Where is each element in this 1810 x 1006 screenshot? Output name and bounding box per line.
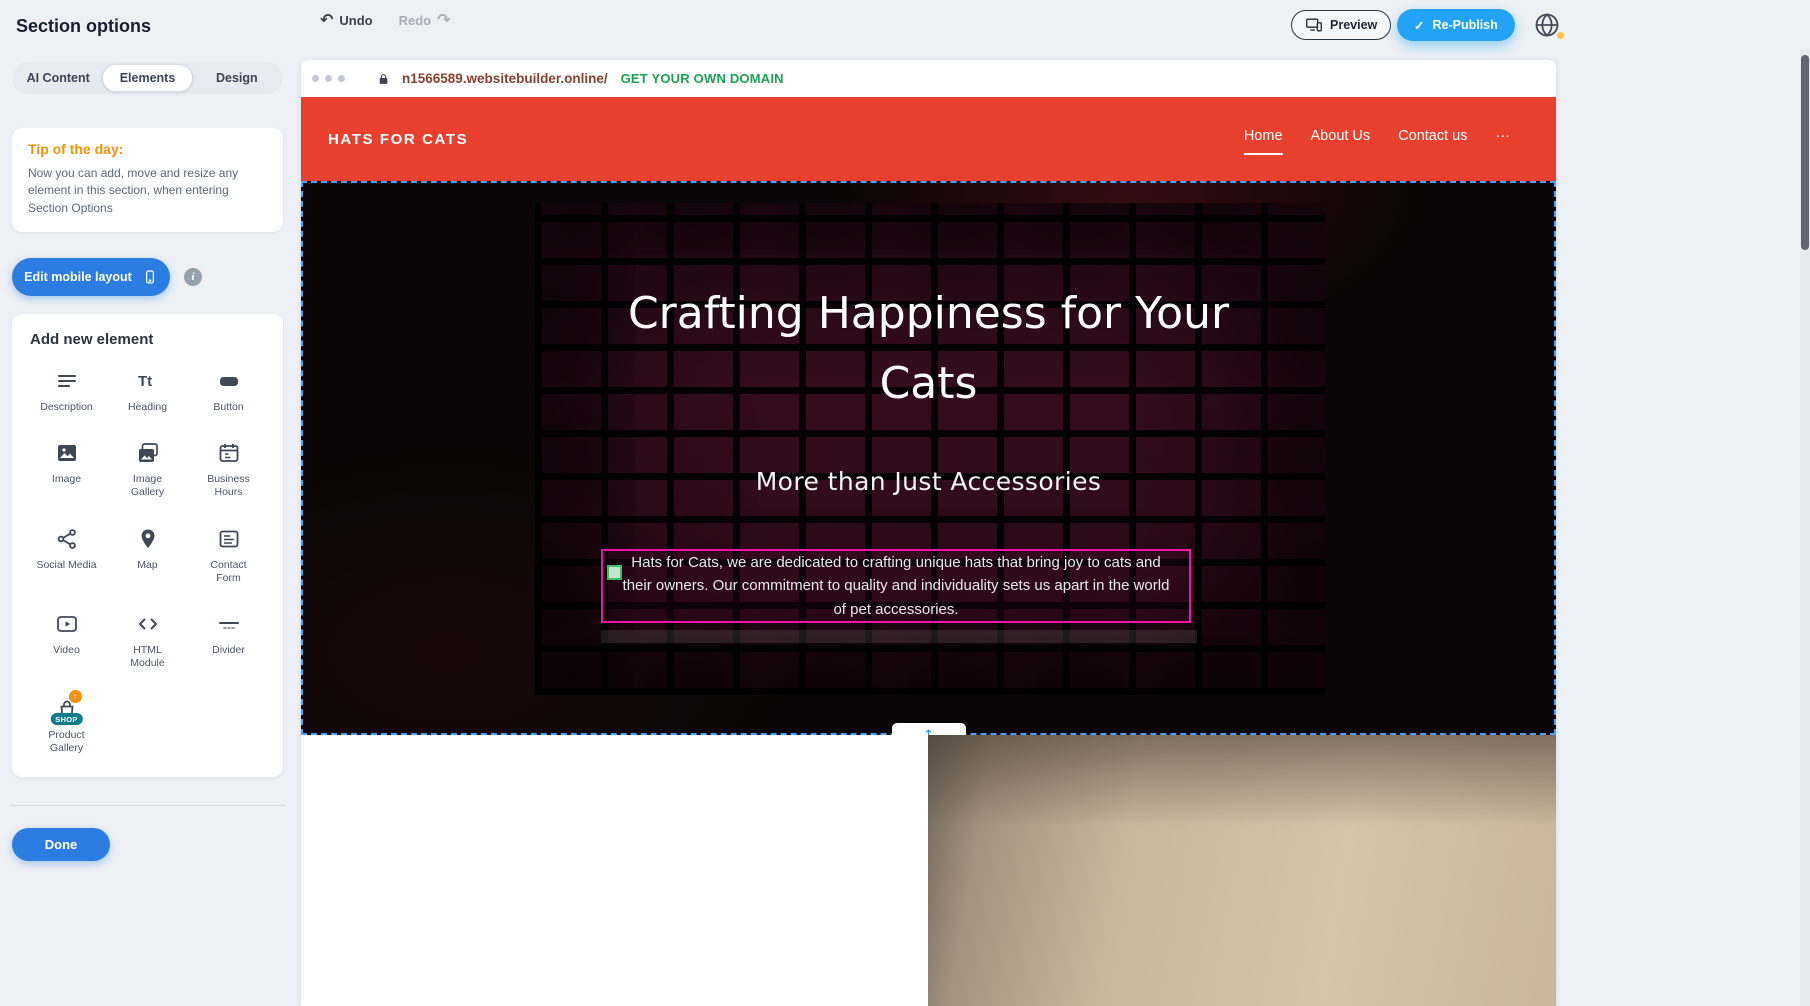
phone-icon: [142, 269, 158, 285]
hero-paragraph: Hats for Cats, we are dedicated to craft…: [603, 551, 1189, 621]
add-new-element-title: Add new element: [26, 331, 269, 348]
element-description[interactable]: Description: [26, 368, 107, 414]
tip-of-the-day-card: Tip of the day: Now you can add, move an…: [12, 128, 283, 232]
browser-dot: [312, 75, 319, 82]
element-product-gallery[interactable]: ↑ SHOP Product Gallery: [26, 696, 107, 755]
site-preview-window: n1566589.websitebuilder.online/ GET YOUR…: [301, 60, 1556, 1006]
tab-elements[interactable]: Elements: [102, 64, 192, 92]
undo-button[interactable]: ↶ Undo: [320, 12, 373, 28]
done-button[interactable]: Done: [12, 828, 110, 861]
get-your-own-domain-link[interactable]: GET YOUR OWN DOMAIN: [621, 71, 784, 86]
browser-dot: [338, 75, 345, 82]
topbar: Section options ↶ Undo Redo ↷ Preview ✓ …: [0, 0, 1810, 50]
map-icon: [136, 526, 160, 552]
image-gallery-icon: [136, 440, 160, 466]
nav-about-us[interactable]: About Us: [1311, 128, 1371, 155]
page-scrollbar[interactable]: [1800, 50, 1810, 1006]
panel-tabs: AI Content Elements Design: [12, 62, 283, 94]
heading-icon: Tt: [136, 368, 160, 394]
element-html-module[interactable]: HTML Module: [107, 611, 188, 670]
contact-form-icon: [217, 526, 241, 552]
element-divider[interactable]: Divider: [188, 611, 269, 670]
add-new-element-card: Add new element Description Tt Heading B…: [12, 314, 283, 777]
browser-dot: [325, 75, 332, 82]
element-grid: Description Tt Heading Button Image: [26, 368, 269, 755]
element-heading[interactable]: Tt Heading: [107, 368, 188, 414]
republish-button[interactable]: ✓ Re-Publish: [1397, 9, 1515, 41]
svg-text:Tt: Tt: [138, 373, 152, 390]
section-options-panel: AI Content Elements Design Tip of the da…: [0, 50, 301, 1006]
video-icon: [55, 611, 79, 637]
upgrade-icon: ↑: [69, 690, 82, 703]
redo-icon: ↷: [437, 12, 450, 28]
element-image[interactable]: Image: [26, 440, 107, 499]
sidebar-divider: [10, 805, 285, 806]
element-image-gallery[interactable]: Image Gallery: [107, 440, 188, 499]
undo-redo-group: ↶ Undo Redo ↷: [320, 12, 451, 28]
description-icon: [55, 368, 79, 394]
next-section[interactable]: [301, 735, 1556, 1006]
resize-handle[interactable]: [607, 565, 622, 580]
shop-badge: SHOP: [50, 713, 82, 725]
site-logo[interactable]: HATS FOR CATS: [328, 131, 468, 148]
resize-arrows-icon: ↕: [920, 729, 937, 736]
selected-paragraph-element[interactable]: Hats for Cats, we are dedicated to craft…: [601, 549, 1191, 623]
language-globe-button[interactable]: [1533, 9, 1565, 41]
business-hours-icon: [217, 440, 241, 466]
hero-section[interactable]: Crafting Happiness for Your Cats More th…: [301, 181, 1556, 735]
undo-icon: ↶: [320, 12, 333, 28]
browser-chrome: n1566589.websitebuilder.online/ GET YOUR…: [301, 60, 1556, 97]
check-icon: ✓: [1414, 18, 1424, 33]
element-social-media[interactable]: Social Media: [26, 526, 107, 585]
section-resize-handle[interactable]: ↕: [892, 723, 966, 735]
site-url: n1566589.websitebuilder.online/: [402, 71, 608, 86]
site-nav: Home About Us Contact us ···: [1244, 97, 1510, 155]
product-gallery-icon: ↑ SHOP: [55, 696, 79, 722]
notification-dot: [1557, 32, 1564, 39]
devices-icon: [1305, 17, 1323, 33]
html-module-icon: [136, 611, 160, 637]
edit-mobile-layout-button[interactable]: Edit mobile layout: [12, 258, 170, 296]
hero-subheading[interactable]: More than Just Accessories: [301, 467, 1556, 496]
element-contact-form[interactable]: Contact Form: [188, 526, 269, 585]
tab-design[interactable]: Design: [193, 64, 281, 92]
element-ghost-bar: [601, 630, 1197, 643]
edit-mobile-row: Edit mobile layout i: [12, 258, 283, 296]
tab-ai-content[interactable]: AI Content: [14, 64, 102, 92]
tip-body: Now you can add, move and resize any ele…: [28, 165, 267, 217]
page-title: Section options: [16, 16, 151, 37]
info-icon[interactable]: i: [184, 268, 202, 286]
nav-contact-us[interactable]: Contact us: [1398, 128, 1467, 155]
button-icon: [217, 368, 241, 394]
element-video[interactable]: Video: [26, 611, 107, 670]
floor-photo: [928, 735, 1556, 1006]
site-header: HATS FOR CATS Home About Us Contact us ·…: [301, 97, 1556, 181]
preview-button[interactable]: Preview: [1291, 10, 1391, 40]
scrollbar-thumb[interactable]: [1801, 55, 1809, 250]
tip-title: Tip of the day:: [28, 141, 267, 157]
redo-button[interactable]: Redo ↷: [399, 12, 451, 28]
element-map[interactable]: Map: [107, 526, 188, 585]
nav-more-menu[interactable]: ···: [1496, 128, 1511, 155]
hero-heading[interactable]: Crafting Happiness for Your Cats: [609, 279, 1249, 419]
nav-home[interactable]: Home: [1244, 128, 1283, 155]
image-icon: [55, 440, 79, 466]
element-business-hours[interactable]: Business Hours: [188, 440, 269, 499]
lock-icon: [377, 72, 390, 86]
divider-icon: [217, 611, 241, 637]
social-media-icon: [55, 526, 79, 552]
element-button[interactable]: Button: [188, 368, 269, 414]
